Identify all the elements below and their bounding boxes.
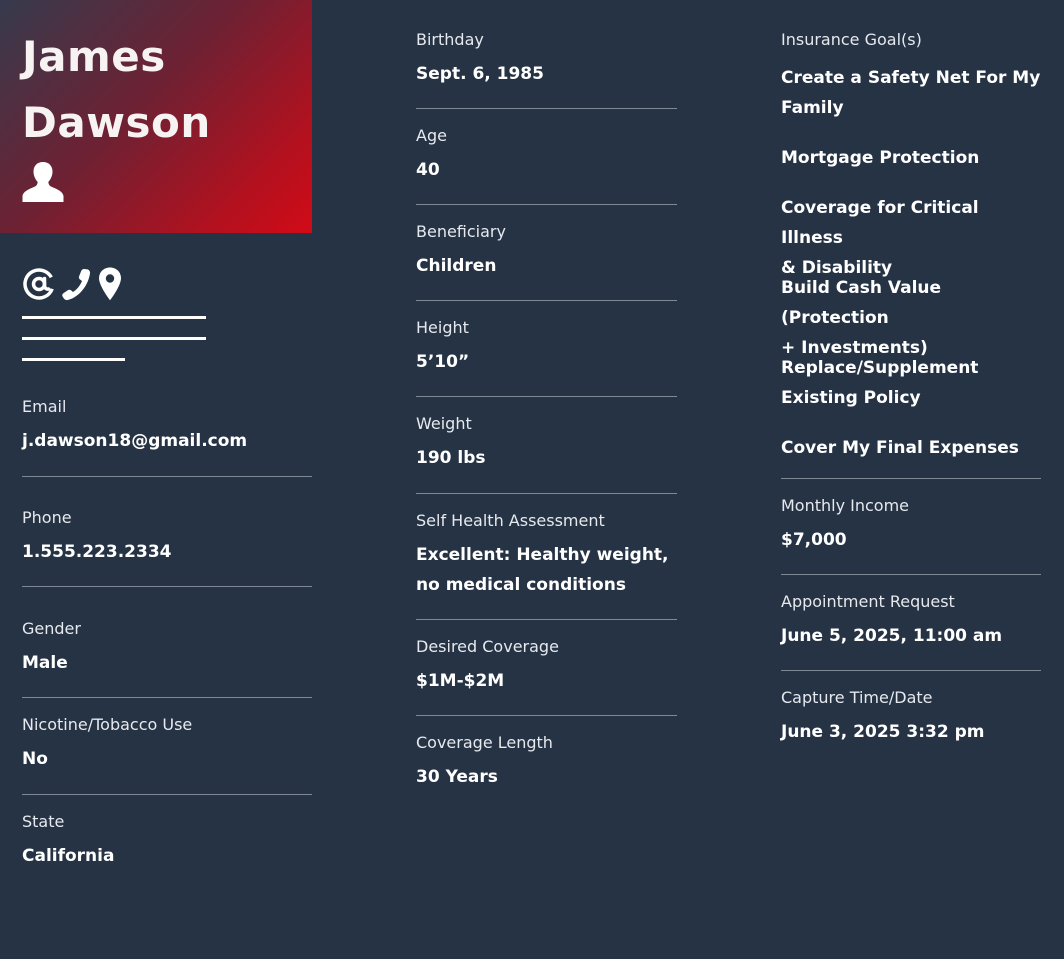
field-appointment: Appointment Request June 5, 2025, 11:00 …: [781, 591, 1002, 651]
field-label: Email: [22, 397, 67, 416]
field-label: Insurance Goal(s): [781, 30, 922, 49]
field-value: June 5, 2025, 11:00 am: [781, 626, 1003, 646]
separator: [22, 697, 312, 698]
goal-item: Create a Safety Net For My Family: [781, 68, 1041, 118]
field-state: State California: [22, 811, 114, 871]
field-coverage-length: Coverage Length 30 Years: [416, 732, 553, 792]
goal-item: Cover My Final Expenses: [781, 438, 1019, 458]
field-label: Gender: [22, 619, 81, 638]
field-email: Email j.dawson18@gmail.com: [22, 396, 247, 456]
decorative-line: [22, 337, 206, 340]
field-label: Coverage Length: [416, 733, 553, 752]
field-value: No: [22, 749, 48, 769]
last-name: Dawson: [22, 98, 211, 147]
field-value: Male: [22, 653, 68, 673]
field-label: Self Health Assessment: [416, 511, 605, 530]
field-label: Phone: [22, 508, 72, 527]
field-value: 190 lbs: [416, 448, 486, 468]
field-value: $1M-$2M: [416, 671, 505, 691]
separator: [416, 204, 677, 205]
separator: [781, 670, 1041, 671]
separator: [22, 586, 312, 587]
contact-icons: [22, 264, 124, 304]
first-name: James: [22, 32, 166, 81]
field-label: Height: [416, 318, 469, 337]
profile-header: James Dawson: [0, 0, 312, 233]
field-value: 5’10”: [416, 352, 470, 372]
field-phone: Phone 1.555.223.2334: [22, 507, 172, 567]
field-label: Appointment Request: [781, 592, 955, 611]
separator: [416, 108, 677, 109]
field-value-line: Excellent: Healthy weight,: [416, 545, 669, 565]
field-label: Age: [416, 126, 447, 145]
field-height: Height 5’10”: [416, 317, 469, 377]
goal-item: Build Cash Value (Protection + Investmen…: [781, 278, 942, 358]
goal-item: Coverage for Critical Illness & Disabili…: [781, 198, 979, 278]
decorative-line: [22, 316, 206, 319]
field-value: $7,000: [781, 530, 847, 550]
separator: [781, 478, 1041, 479]
profile-name: James Dawson: [22, 24, 211, 156]
separator: [22, 476, 312, 477]
phone-icon[interactable]: [60, 267, 92, 301]
field-health: Self Health Assessment Excellent: Health…: [416, 510, 669, 600]
field-gender: Gender Male: [22, 618, 81, 678]
separator: [416, 300, 677, 301]
field-label: Nicotine/Tobacco Use: [22, 715, 193, 734]
field-label: State: [22, 812, 65, 831]
separator: [416, 493, 677, 494]
field-value: Excellent: Healthy weight, no medical co…: [416, 540, 669, 600]
at-sign-icon[interactable]: [22, 267, 56, 301]
field-value[interactable]: j.dawson18@gmail.com: [22, 426, 247, 456]
person-icon: [22, 162, 64, 202]
separator: [416, 619, 677, 620]
field-value: Children: [416, 256, 497, 276]
field-value: 40: [416, 160, 440, 180]
separator: [416, 715, 677, 716]
field-birthday: Birthday Sept. 6, 1985: [416, 29, 544, 89]
field-insurance-goals: Insurance Goal(s): [781, 29, 922, 51]
separator: [22, 794, 312, 795]
field-beneficiary: Beneficiary Children: [416, 221, 506, 281]
field-value[interactable]: 1.555.223.2334: [22, 537, 172, 567]
field-label: Monthly Income: [781, 496, 910, 515]
field-value: June 3, 2025 3:32 pm: [781, 722, 985, 742]
field-label: Capture Time/Date: [781, 688, 933, 707]
field-monthly-income: Monthly Income $7,000: [781, 495, 909, 555]
field-value: 30 Years: [416, 767, 498, 787]
separator: [781, 574, 1041, 575]
field-value: California: [22, 846, 115, 866]
goal-item: Mortgage Protection: [781, 148, 980, 168]
field-tobacco: Nicotine/Tobacco Use No: [22, 714, 192, 774]
field-value-line: no medical conditions: [416, 575, 626, 595]
field-label: Beneficiary: [416, 222, 506, 241]
field-label: Weight: [416, 414, 472, 433]
field-coverage: Desired Coverage $1M-$2M: [416, 636, 559, 696]
field-value: Sept. 6, 1985: [416, 64, 544, 84]
location-pin-icon[interactable]: [96, 266, 124, 302]
field-label: Desired Coverage: [416, 637, 559, 656]
field-weight: Weight 190 lbs: [416, 413, 486, 473]
field-label: Birthday: [416, 30, 484, 49]
field-age: Age 40: [416, 125, 447, 185]
field-capture-time: Capture Time/Date June 3, 2025 3:32 pm: [781, 687, 985, 747]
separator: [416, 396, 677, 397]
decorative-line: [22, 358, 125, 361]
goal-item: Replace/Supplement Existing Policy: [781, 358, 979, 408]
